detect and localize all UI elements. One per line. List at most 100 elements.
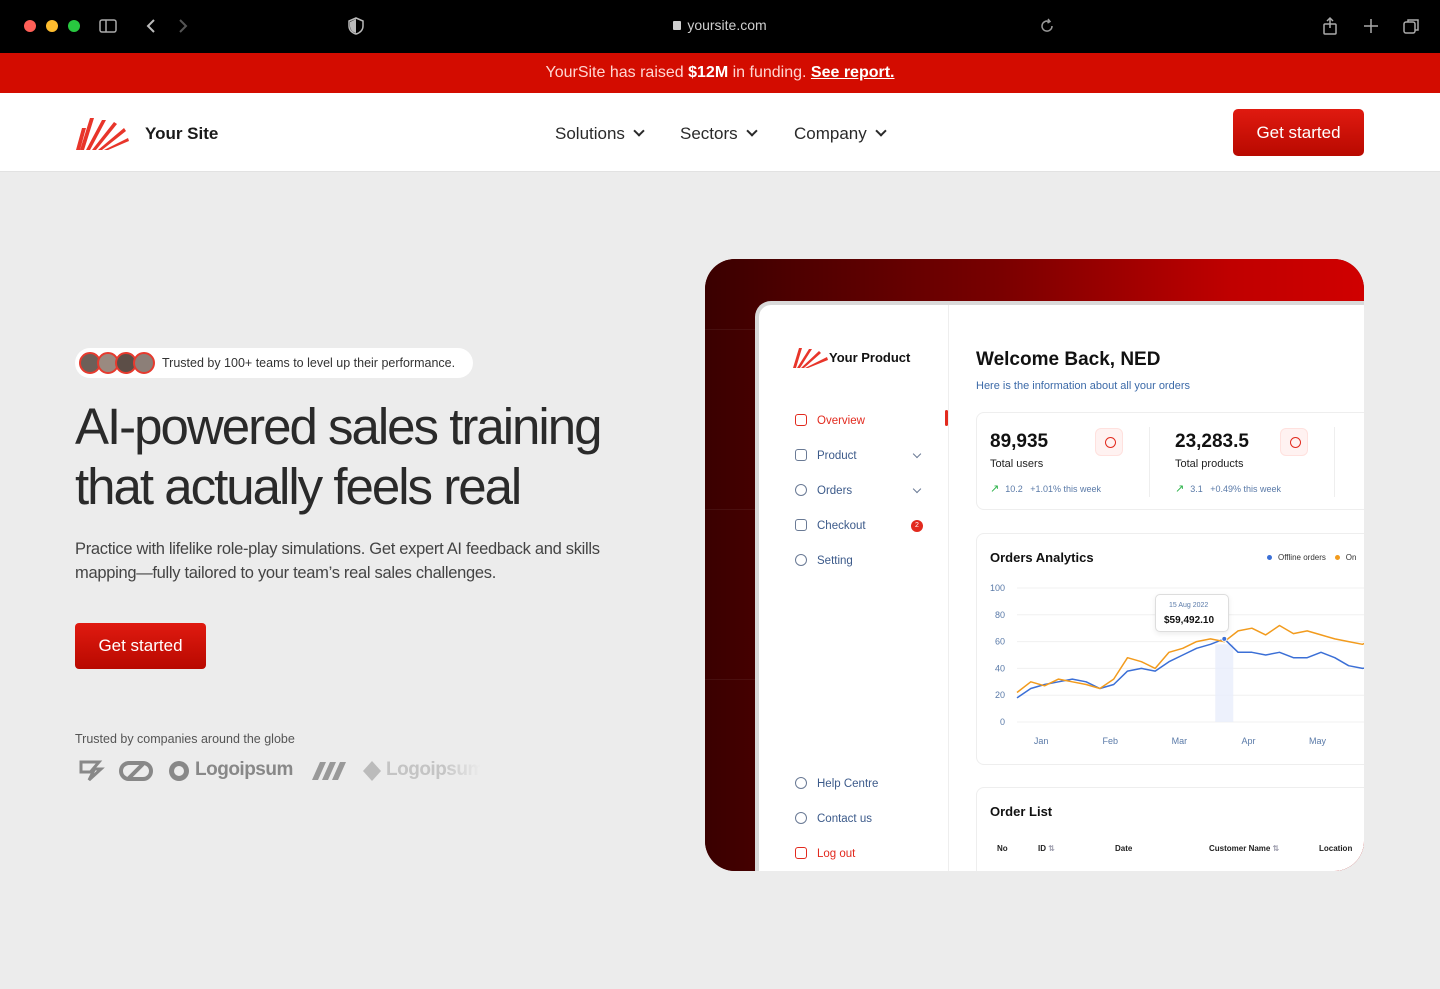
- chevron-down-icon: [633, 125, 645, 137]
- column-id-label: ID: [1038, 844, 1046, 853]
- nav-company-label: Company: [794, 124, 867, 143]
- divider: [1334, 427, 1335, 497]
- stat-trend: ↗ 3.1 +0.49% this week: [1175, 482, 1281, 495]
- trust-text: Trusted by 100+ teams to level up their …: [162, 356, 456, 370]
- trend-text: +1.01% this week: [1030, 484, 1102, 494]
- info-icon: [795, 777, 807, 789]
- column-no[interactable]: No: [997, 844, 1008, 853]
- sidebar-item-help-centre[interactable]: Help Centre: [795, 777, 878, 790]
- product-logo-icon: [793, 348, 828, 368]
- sidebar-item-log-out[interactable]: Log out: [795, 847, 855, 860]
- lock-icon: [673, 21, 682, 30]
- url-text: yoursite.com: [687, 17, 767, 33]
- x-tick-label: May: [1309, 736, 1327, 746]
- partner-logo-icon: [312, 762, 346, 780]
- header-get-started-button[interactable]: Get started: [1233, 109, 1364, 156]
- share-icon[interactable]: [1320, 16, 1340, 36]
- x-tick-label: Feb: [1103, 736, 1119, 746]
- order-list-card: Order List No ID ⇅ Date Customer Name ⇅ …: [976, 787, 1364, 871]
- active-indicator: [945, 410, 948, 426]
- brand-logo-icon[interactable]: [76, 114, 130, 152]
- announcement-banner: YourSite has raised $12M in funding. See…: [0, 53, 1440, 93]
- column-customer-name[interactable]: Customer Name ⇅: [1209, 844, 1279, 853]
- funding-amount: $12M: [688, 64, 729, 81]
- nav-sectors[interactable]: Sectors: [680, 124, 758, 144]
- x-tick-label: Jan: [1034, 736, 1049, 746]
- nav-solutions-label: Solutions: [555, 124, 625, 143]
- y-tick-label: 100: [990, 583, 1005, 593]
- partner-logo-text: Logoipsum: [386, 759, 481, 780]
- package-icon: [1280, 428, 1308, 456]
- welcome-heading: Welcome Back, NED: [976, 349, 1161, 370]
- hero-headline: AI-powered sales training that actually …: [75, 397, 675, 517]
- sidebar-item-label: Log out: [817, 848, 856, 860]
- y-tick-label: 80: [995, 610, 1005, 620]
- column-date[interactable]: Date: [1115, 844, 1132, 853]
- banner-text: YourSite has raised: [545, 64, 684, 81]
- see-report-link[interactable]: See report.: [811, 64, 895, 81]
- sidebar-item-checkout[interactable]: Checkout: [795, 519, 866, 532]
- sidebar-item-contact-us[interactable]: Contact us: [795, 812, 872, 825]
- trend-up-icon: ↗: [1175, 483, 1185, 495]
- box-icon: [795, 449, 807, 461]
- column-customer-label: Customer Name: [1209, 844, 1271, 853]
- stat-value: 23,283.5: [1175, 431, 1249, 452]
- sort-icon[interactable]: ⇅: [1273, 844, 1280, 853]
- series-line-on: [1016, 624, 1364, 694]
- partner-logo-icon: [119, 761, 153, 781]
- logout-icon: [795, 847, 807, 859]
- x-tick-label: Apr: [1241, 736, 1255, 746]
- orders-line-chart[interactable]: 0 20 40 60 80 100 Jan Feb Mar Apr May: [977, 534, 1364, 766]
- y-tick-label: 60: [995, 637, 1005, 647]
- sidebar-item-setting[interactable]: Setting: [795, 554, 853, 567]
- tooltip-value: $59,492.10: [1164, 615, 1215, 626]
- partner-logos: Logoipsum Logoipsum: [75, 756, 485, 786]
- sidebar-item-product[interactable]: Product: [795, 449, 857, 462]
- nav-solutions[interactable]: Solutions: [555, 124, 645, 144]
- bar-chart-icon: [795, 414, 807, 426]
- gear-icon: [795, 554, 807, 566]
- tooltip-date: 15 Aug 2022: [1169, 602, 1209, 609]
- brand-name[interactable]: Your Site: [145, 124, 218, 144]
- nav-company[interactable]: Company: [794, 124, 887, 144]
- chevron-down-icon[interactable]: [912, 484, 922, 494]
- column-location[interactable]: Location: [1319, 844, 1352, 853]
- nav-sectors-label: Sectors: [680, 124, 738, 143]
- reload-icon[interactable]: [1037, 16, 1057, 36]
- chevron-down-icon: [745, 125, 758, 137]
- new-tab-icon[interactable]: [1361, 16, 1381, 36]
- orders-analytics-card: Orders Analytics Offline orders On 0 20 40…: [976, 533, 1364, 765]
- site-header: Your Site Solutions Sectors Company Get …: [0, 93, 1440, 172]
- highlight-band: [1215, 644, 1234, 722]
- trend-value: 10.2: [1005, 484, 1023, 494]
- divider: [1149, 427, 1150, 497]
- stats-card: 89,935 Total users ↗ 10.2 +1.01% this wee…: [976, 412, 1364, 510]
- partner-logo-icon: [363, 761, 381, 781]
- partner-logo-text: Logoipsum: [195, 759, 293, 780]
- browser-toolbar: yoursite.com: [0, 0, 1440, 53]
- sidebar-item-label: Setting: [817, 555, 853, 567]
- y-tick-label: 0: [1000, 717, 1005, 727]
- avatar: [133, 352, 155, 374]
- y-tick-label: 40: [995, 663, 1005, 673]
- chevron-down-icon[interactable]: [912, 449, 922, 459]
- sidebar-item-orders[interactable]: Orders: [795, 484, 852, 497]
- receipt-icon: [795, 519, 807, 531]
- tabs-icon[interactable]: [1401, 16, 1421, 36]
- dashboard-preview: Your Product Overview Product Orders Che…: [755, 301, 1364, 871]
- trend-text: +0.49% this week: [1210, 484, 1282, 494]
- users-icon: [1095, 428, 1123, 456]
- hero-get-started-button[interactable]: Get started: [75, 623, 206, 669]
- user-icon: [795, 484, 807, 496]
- partner-logo-icon: [169, 761, 189, 781]
- partner-logo-icon: [79, 760, 105, 782]
- sidebar-item-label: Contact us: [817, 813, 872, 825]
- trend-value: 3.1: [1190, 484, 1203, 494]
- sort-icon[interactable]: ⇅: [1048, 844, 1055, 853]
- welcome-subtitle: Here is the information about all your o…: [976, 380, 1190, 392]
- column-id[interactable]: ID ⇅: [1038, 844, 1055, 853]
- sidebar-item-label: Checkout: [817, 520, 866, 532]
- sidebar-item-overview[interactable]: Overview: [795, 414, 865, 427]
- sidebar-item-label: Help Centre: [817, 778, 879, 790]
- address-bar[interactable]: yoursite.com: [0, 17, 1440, 33]
